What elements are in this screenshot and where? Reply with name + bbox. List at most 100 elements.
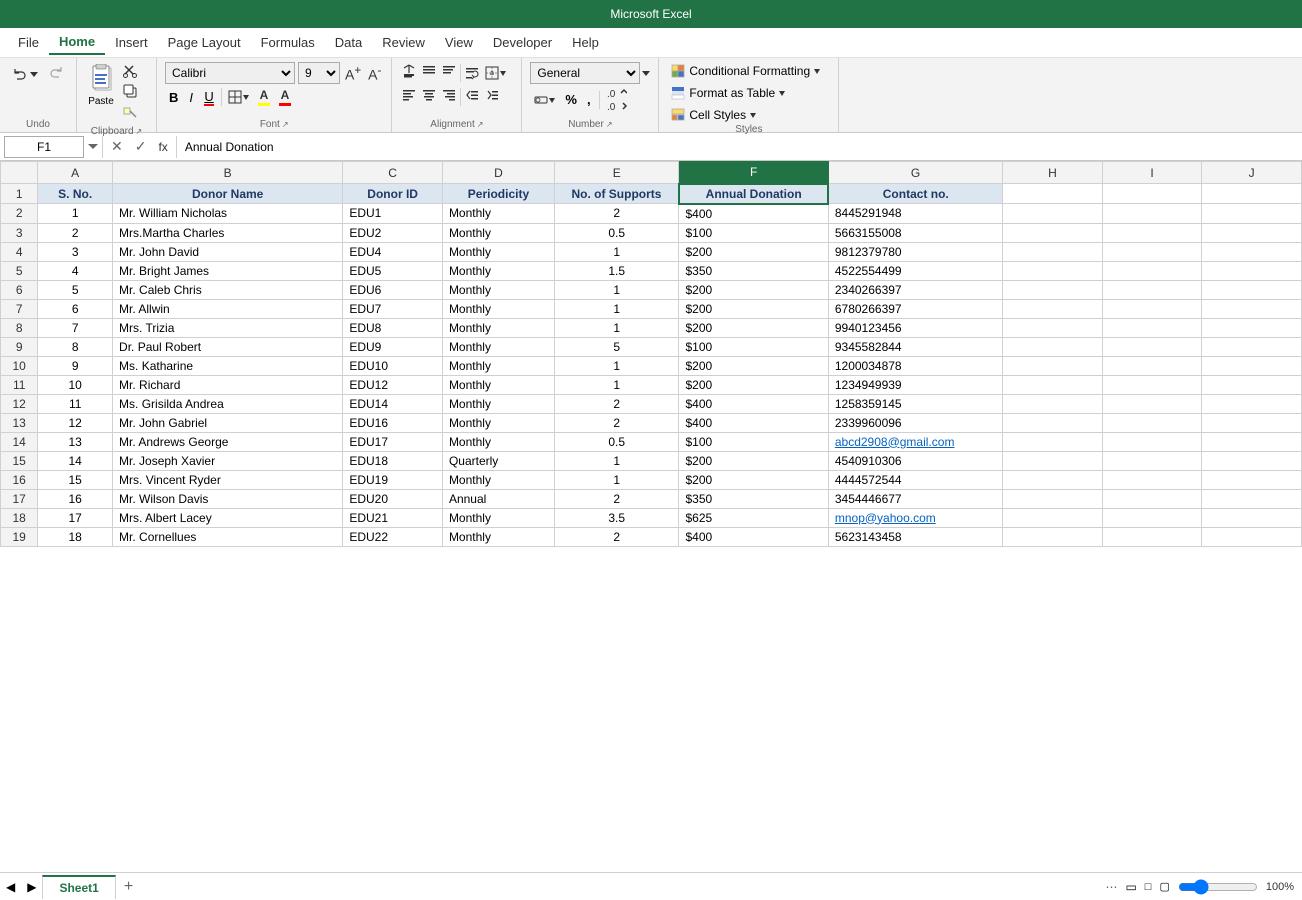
cell-e10[interactable]: 1 bbox=[554, 356, 678, 375]
cell-j19[interactable] bbox=[1202, 527, 1302, 546]
cell-a6[interactable]: 5 bbox=[38, 280, 113, 299]
cell-a3[interactable]: 2 bbox=[38, 223, 113, 242]
cell-d13[interactable]: Monthly bbox=[442, 413, 554, 432]
cell-j3[interactable] bbox=[1202, 223, 1302, 242]
cell-d9[interactable]: Monthly bbox=[442, 337, 554, 356]
cell-c3[interactable]: EDU2 bbox=[343, 223, 443, 242]
cell-f10[interactable]: $200 bbox=[679, 356, 828, 375]
cell-g18[interactable]: mnop@yahoo.com bbox=[828, 508, 1002, 527]
cell-g8[interactable]: 9940123456 bbox=[828, 318, 1002, 337]
cell-ref-dropdown[interactable] bbox=[88, 139, 98, 154]
cell-c19[interactable]: EDU22 bbox=[343, 527, 443, 546]
cell-g4[interactable]: 9812379780 bbox=[828, 242, 1002, 261]
cell-a9[interactable]: 8 bbox=[38, 337, 113, 356]
menu-file[interactable]: File bbox=[8, 31, 49, 54]
cell-d19[interactable]: Monthly bbox=[442, 527, 554, 546]
paste-button[interactable]: Paste bbox=[85, 62, 117, 109]
cell-j15[interactable] bbox=[1202, 451, 1302, 470]
menu-review[interactable]: Review bbox=[372, 31, 435, 54]
cell-d18[interactable]: Monthly bbox=[442, 508, 554, 527]
cell-g9[interactable]: 9345582844 bbox=[828, 337, 1002, 356]
cell-j14[interactable] bbox=[1202, 432, 1302, 451]
col-header-e[interactable]: E bbox=[554, 162, 678, 184]
cell-d4[interactable]: Monthly bbox=[442, 242, 554, 261]
cell-d2[interactable]: Monthly bbox=[442, 204, 554, 224]
cell-e13[interactable]: 2 bbox=[554, 413, 678, 432]
col-header-a[interactable]: A bbox=[38, 162, 113, 184]
cell-g16[interactable]: 4444572544 bbox=[828, 470, 1002, 489]
cell-a16[interactable]: 15 bbox=[38, 470, 113, 489]
cell-e6[interactable]: 1 bbox=[554, 280, 678, 299]
fill-color-button[interactable]: A bbox=[255, 87, 273, 107]
increase-indent-button[interactable] bbox=[483, 86, 501, 107]
cell-a18[interactable]: 17 bbox=[38, 508, 113, 527]
cell-c14[interactable]: EDU17 bbox=[343, 432, 443, 451]
cell-j16[interactable] bbox=[1202, 470, 1302, 489]
percent-button[interactable]: % bbox=[561, 90, 581, 109]
col-header-c[interactable]: C bbox=[343, 162, 443, 184]
zoom-slider[interactable] bbox=[1178, 879, 1258, 895]
cell-j13[interactable] bbox=[1202, 413, 1302, 432]
cell-i17[interactable] bbox=[1102, 489, 1202, 508]
page-layout-view-button[interactable]: □ bbox=[1145, 881, 1152, 893]
font-color-button[interactable]: A bbox=[276, 87, 294, 107]
scroll-left-button[interactable]: ◀ bbox=[0, 878, 21, 896]
cell-j7[interactable] bbox=[1202, 299, 1302, 318]
cell-i11[interactable] bbox=[1102, 375, 1202, 394]
cell-b17[interactable]: Mr. Wilson Davis bbox=[113, 489, 343, 508]
cell-f6[interactable]: $200 bbox=[679, 280, 828, 299]
cell-styles-button[interactable]: Cell Styles bbox=[667, 106, 830, 124]
cell-i9[interactable] bbox=[1102, 337, 1202, 356]
cell-i14[interactable] bbox=[1102, 432, 1202, 451]
cell-i7[interactable] bbox=[1102, 299, 1202, 318]
cell-g17[interactable]: 3454446677 bbox=[828, 489, 1002, 508]
cell-d5[interactable]: Monthly bbox=[442, 261, 554, 280]
cell-b11[interactable]: Mr. Richard bbox=[113, 375, 343, 394]
cell-i10[interactable] bbox=[1102, 356, 1202, 375]
more-options-button[interactable]: ⋯ bbox=[1105, 880, 1117, 894]
cell-a2[interactable]: 1 bbox=[38, 204, 113, 224]
cell-f19[interactable]: $400 bbox=[679, 527, 828, 546]
cell-j1[interactable] bbox=[1202, 184, 1302, 204]
cell-g15[interactable]: 4540910306 bbox=[828, 451, 1002, 470]
cell-e18[interactable]: 3.5 bbox=[554, 508, 678, 527]
menu-home[interactable]: Home bbox=[49, 30, 105, 55]
cell-c9[interactable]: EDU9 bbox=[343, 337, 443, 356]
menu-help[interactable]: Help bbox=[562, 31, 609, 54]
cell-i12[interactable] bbox=[1102, 394, 1202, 413]
cell-f7[interactable]: $200 bbox=[679, 299, 828, 318]
decrease-decimal-button[interactable]: .0 bbox=[604, 100, 632, 112]
cell-f1[interactable]: Annual Donation bbox=[679, 184, 828, 204]
cell-h4[interactable] bbox=[1003, 242, 1103, 261]
cell-e14[interactable]: 0.5 bbox=[554, 432, 678, 451]
cell-f13[interactable]: $400 bbox=[679, 413, 828, 432]
cell-e19[interactable]: 2 bbox=[554, 527, 678, 546]
cell-f15[interactable]: $200 bbox=[679, 451, 828, 470]
cell-h9[interactable] bbox=[1003, 337, 1103, 356]
align-right-button[interactable] bbox=[440, 86, 458, 107]
cell-j9[interactable] bbox=[1202, 337, 1302, 356]
cell-d10[interactable]: Monthly bbox=[442, 356, 554, 375]
add-sheet-button[interactable]: + bbox=[116, 876, 141, 898]
cancel-formula-button[interactable]: ✕ bbox=[107, 138, 127, 155]
align-middle-button[interactable] bbox=[420, 62, 438, 83]
cell-c11[interactable]: EDU12 bbox=[343, 375, 443, 394]
cut-button[interactable] bbox=[121, 62, 139, 80]
cell-g12[interactable]: 1258359145 bbox=[828, 394, 1002, 413]
cell-c7[interactable]: EDU7 bbox=[343, 299, 443, 318]
cell-b14[interactable]: Mr. Andrews George bbox=[113, 432, 343, 451]
cell-e8[interactable]: 1 bbox=[554, 318, 678, 337]
cell-h1[interactable] bbox=[1003, 184, 1103, 204]
cell-e4[interactable]: 1 bbox=[554, 242, 678, 261]
menu-insert[interactable]: Insert bbox=[105, 31, 158, 54]
cell-b8[interactable]: Mrs. Trizia bbox=[113, 318, 343, 337]
menu-view[interactable]: View bbox=[435, 31, 483, 54]
bold-button[interactable]: B bbox=[165, 89, 182, 106]
col-header-b[interactable]: B bbox=[113, 162, 343, 184]
cell-d6[interactable]: Monthly bbox=[442, 280, 554, 299]
cell-a12[interactable]: 11 bbox=[38, 394, 113, 413]
cell-reference-box[interactable]: F1 bbox=[4, 136, 84, 158]
comma-button[interactable]: , bbox=[583, 90, 595, 109]
borders-button[interactable] bbox=[225, 89, 252, 105]
cell-h10[interactable] bbox=[1003, 356, 1103, 375]
